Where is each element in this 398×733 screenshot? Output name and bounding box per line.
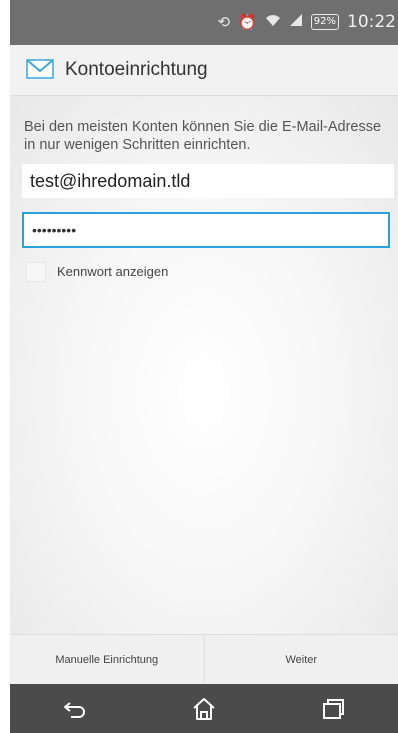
recent-apps-icon[interactable]	[313, 694, 353, 724]
intro-text: Bei den meisten Konten können Sie die E-…	[24, 119, 382, 153]
screen-rotation-icon: ⟲	[217, 13, 231, 31]
back-icon[interactable]	[55, 694, 95, 724]
password-field[interactable]: •••••••••	[22, 212, 390, 248]
show-password-checkbox[interactable]	[26, 262, 46, 282]
mail-envelope-icon	[26, 59, 54, 79]
wifi-icon	[265, 12, 281, 32]
phone-frame: ⟲ ⏰ 92% 10:22 Kontoeinrichtung Bei den m…	[0, 0, 398, 733]
manual-setup-button[interactable]: Manuelle Einrichtung	[10, 635, 204, 685]
screen-border	[0, 0, 10, 733]
bottom-button-bar: Manuelle Einrichtung Weiter	[10, 634, 398, 685]
action-bar: Kontoeinrichtung	[10, 45, 398, 96]
email-field[interactable]: test@ihredomain.tld	[22, 164, 394, 198]
status-icons: ⟲ ⏰ 92% 10:22	[218, 12, 397, 32]
page-title: Kontoeinrichtung	[65, 59, 208, 80]
battery-icon: 92%	[310, 14, 339, 30]
navigation-bar	[10, 684, 398, 733]
alarm-icon: ⏰	[238, 13, 257, 31]
status-time: 10:22	[347, 12, 396, 32]
account-setup-form: Bei den meisten Konten können Sie die E-…	[10, 96, 398, 634]
home-icon[interactable]	[184, 694, 224, 724]
signal-icon	[289, 12, 303, 32]
show-password-label: Kennwort anzeigen	[57, 264, 169, 279]
status-bar: ⟲ ⏰ 92% 10:22	[10, 0, 398, 45]
battery-percent: 92%	[313, 16, 336, 27]
show-password-row[interactable]: Kennwort anzeigen	[26, 262, 168, 282]
screen: ⟲ ⏰ 92% 10:22 Kontoeinrichtung Bei den m…	[10, 0, 398, 733]
next-button[interactable]: Weiter	[203, 635, 398, 685]
